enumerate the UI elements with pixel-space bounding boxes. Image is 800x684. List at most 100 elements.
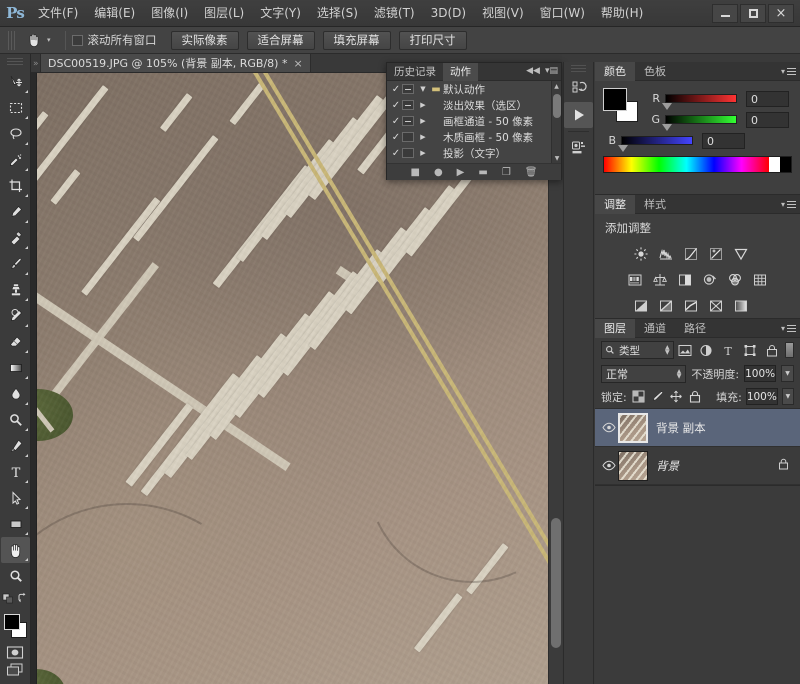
red-value-input[interactable]: 0 [746,91,789,107]
tab-actions[interactable]: 动作 [443,63,478,81]
action-dialog-toggle[interactable] [402,84,414,94]
red-slider[interactable] [665,94,737,103]
delete-icon[interactable]: 🗑 [525,167,538,178]
black-white-icon[interactable] [673,269,696,290]
default-colors-and-swap[interactable] [0,589,29,607]
tab-history[interactable]: 历史记录 [387,63,443,81]
scroll-all-windows-checkbox[interactable] [72,35,83,46]
color-balance-icon[interactable] [648,269,671,290]
smartobject-filter-icon[interactable] [761,340,783,360]
maximize-button[interactable] [740,4,766,23]
menu-view[interactable]: 视图(V) [474,2,532,24]
brightness-contrast-icon[interactable] [629,243,652,264]
close-icon[interactable]: × [293,57,302,70]
chevron-updown-icon[interactable]: ▲▼ [665,345,670,355]
record-icon[interactable]: ● [434,167,443,178]
foreground-color-swatch[interactable] [603,88,627,111]
tab-adjustments[interactable]: 调整 [595,195,635,214]
type-filter-icon[interactable]: T [717,340,739,360]
menu-3d[interactable]: 3D(D) [423,2,474,24]
action-dialog-toggle[interactable] [402,116,414,126]
scrollbar-thumb[interactable] [553,94,561,118]
actions-row[interactable]: ✓ ▼ ▬ 默认动作 [387,81,561,97]
filter-enable-toggle[interactable] [785,342,794,358]
layer-name[interactable]: 背景 副本 [656,420,706,436]
eraser-tool[interactable] [1,329,30,355]
adjustment-filter-icon[interactable] [696,340,718,360]
expand-icon[interactable]: ▶ [417,117,429,125]
action-enabled-check[interactable]: ✓ [390,148,402,159]
expand-icon[interactable]: ▶ [417,101,429,109]
menu-edit[interactable]: 编辑(E) [86,2,143,24]
shape-filter-icon[interactable] [739,340,761,360]
slider-knob[interactable] [662,124,672,131]
actions-row[interactable]: ✓ ▶ 投影（文字） [387,145,561,161]
scroll-all-windows-option[interactable]: 滚动所有窗口 [72,32,157,48]
lock-transparent-icon[interactable] [631,388,646,406]
tabstrip-grip[interactable]: » [31,59,40,72]
menu-image[interactable]: 图像(I) [143,2,196,24]
exposure-icon[interactable] [704,243,727,264]
path-selection-tool[interactable] [1,485,30,511]
type-tool[interactable]: T [1,459,30,485]
expand-icon[interactable]: ▶ [417,133,429,141]
color-spectrum-ramp[interactable] [603,156,792,173]
actions-row[interactable]: ✓ ▶ 画框通道 - 50 像素 [387,113,561,129]
invert-icon[interactable] [629,295,652,316]
quick-mask-button[interactable] [0,643,29,661]
print-size-button[interactable]: 打印尺寸 [399,31,467,50]
scrollbar-thumb[interactable] [551,518,561,648]
hand-tool[interactable] [1,537,30,563]
action-dialog-toggle[interactable] [402,148,414,158]
black-swatch[interactable] [780,157,791,172]
dock-grip[interactable] [571,65,586,72]
color-panel-swatches[interactable] [603,88,641,122]
brush-tool[interactable] [1,251,30,277]
gradient-tool[interactable] [1,355,30,381]
filter-type-select[interactable]: 类型 ▲▼ [601,341,674,359]
collapse-icon[interactable]: ◀◀ [526,66,540,76]
opacity-input[interactable]: 100% [744,365,776,382]
layer-row[interactable]: 背景 副本 [595,409,800,447]
tab-paths[interactable]: 路径 [675,319,715,338]
layer-thumbnail[interactable] [618,451,648,481]
fit-screen-button[interactable]: 适合屏幕 [247,31,315,50]
foreground-background-color[interactable] [1,611,30,641]
opacity-dropdown-icon[interactable]: ▼ [781,365,794,382]
action-enabled-check[interactable]: ✓ [390,84,402,95]
marquee-tool[interactable] [1,95,30,121]
layer-visibility-toggle[interactable] [600,460,618,471]
play-icon[interactable]: ▶ [457,167,465,178]
layer-visibility-toggle[interactable] [600,422,618,433]
gradient-map-icon[interactable] [729,295,752,316]
new-set-icon[interactable]: ▬ [478,167,487,178]
adjustments-panel-menu-button[interactable]: ▾ [781,200,796,209]
eyedropper-tool[interactable] [1,199,30,225]
fill-input[interactable]: 100% [746,388,778,405]
actions-dock-icon[interactable] [564,102,593,128]
crop-tool[interactable] [1,173,30,199]
actions-scrollbar[interactable]: ▲ ▼ [551,81,561,163]
lock-all-icon[interactable] [687,388,702,406]
tab-layers[interactable]: 图层 [595,319,635,338]
document-tab[interactable]: DSC00519.JPG @ 105% (背景 副本, RGB/8) * × [40,53,311,72]
color-lookup-icon[interactable] [748,269,771,290]
layer-name[interactable]: 背景 [656,458,679,474]
slider-knob[interactable] [618,145,628,152]
screen-mode-button[interactable] [0,661,29,679]
menu-window[interactable]: 窗口(W) [532,2,593,24]
close-button[interactable]: × [768,4,794,23]
minimize-button[interactable] [712,4,738,23]
foreground-color-swatch[interactable] [4,614,20,630]
fill-screen-button[interactable]: 填充屏幕 [323,31,391,50]
hue-saturation-icon[interactable] [623,269,646,290]
blue-slider[interactable] [621,136,693,145]
pen-tool[interactable] [1,433,30,459]
curves-icon[interactable] [679,243,702,264]
menu-help[interactable]: 帮助(H) [593,2,651,24]
expand-icon[interactable]: ▶ [417,149,429,157]
slider-knob[interactable] [662,103,672,110]
clone-stamp-tool[interactable] [1,277,30,303]
menu-file[interactable]: 文件(F) [30,2,86,24]
menu-type[interactable]: 文字(Y) [252,2,309,24]
